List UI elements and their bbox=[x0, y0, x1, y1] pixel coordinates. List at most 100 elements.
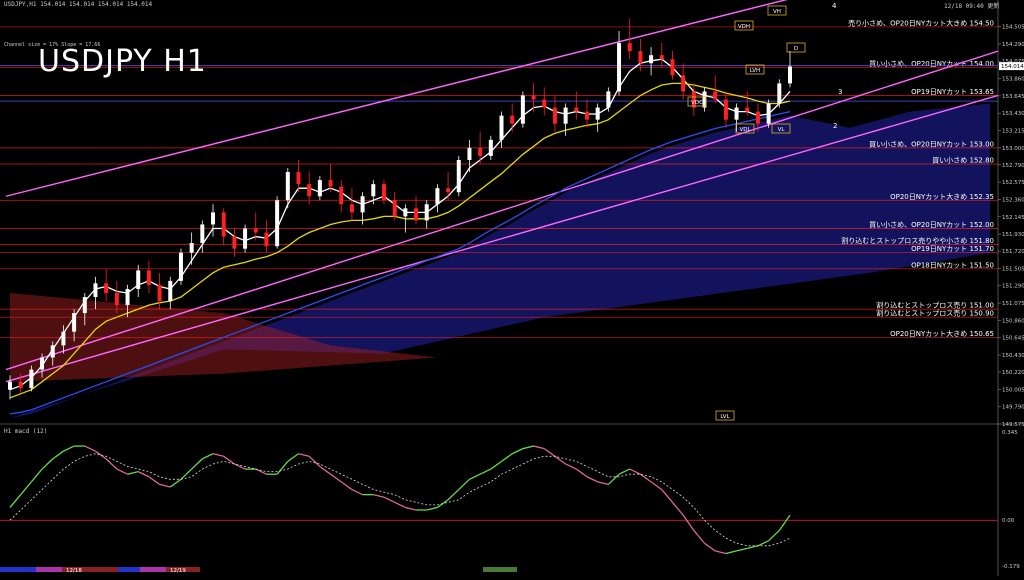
level-label-4: 買い小さめ 152.80 bbox=[932, 156, 994, 165]
level-label-7: 割り込むとストップロス売りやや小さめ 151.80 bbox=[841, 236, 994, 245]
symbol-info: USDJPY,H1 154.014 154.014 154.014 154.01… bbox=[4, 1, 153, 8]
candle-body-6 bbox=[72, 313, 77, 332]
candle-body-33 bbox=[360, 196, 365, 213]
session-bar-3 bbox=[118, 567, 140, 572]
candle-body-72 bbox=[777, 83, 782, 104]
candle-body-37 bbox=[403, 208, 408, 217]
candle-71[interactable] bbox=[766, 99, 771, 128]
candle-body-47 bbox=[510, 115, 515, 124]
candle-body-54 bbox=[584, 111, 589, 120]
y-tick-label-5: 153.430 bbox=[1002, 111, 1024, 117]
candle-body-40 bbox=[435, 188, 440, 205]
level-label-5: OP20日NYカット大きめ 152.35 bbox=[890, 192, 994, 201]
candle-body-52 bbox=[563, 107, 568, 124]
macd-tick-2: -0.179 bbox=[1002, 564, 1020, 570]
candle-body-58 bbox=[627, 43, 632, 52]
candle-body-9 bbox=[104, 283, 109, 293]
candle-body-69 bbox=[745, 107, 750, 112]
candle-body-15 bbox=[168, 280, 173, 302]
candle-body-13 bbox=[146, 270, 151, 285]
y-tick-label-8: 152.790 bbox=[1002, 163, 1024, 169]
price-chart[interactable]: 売り小さめ、OP20日NYカット大きめ 154.50 買い小さめ、OP20日NYカ… bbox=[0, 0, 1024, 576]
y-tick-label-7: 153.000 bbox=[1002, 146, 1024, 152]
candle-body-19 bbox=[211, 212, 216, 225]
candle-body-36 bbox=[392, 200, 397, 217]
candle-72[interactable] bbox=[777, 79, 782, 108]
candle-body-29 bbox=[317, 180, 322, 197]
annotation-vh: VH bbox=[773, 9, 781, 15]
candle-body-11 bbox=[125, 288, 130, 306]
candle-body-12 bbox=[136, 270, 141, 289]
y-tick-label-11: 152.145 bbox=[1002, 215, 1024, 221]
level-label-8: OP19日NYカット 151.70 bbox=[911, 245, 994, 253]
candle-body-27 bbox=[296, 172, 301, 185]
candle-body-24 bbox=[264, 232, 269, 247]
candle-42[interactable] bbox=[456, 155, 461, 197]
candle-body-46 bbox=[499, 115, 504, 140]
candle-body-1 bbox=[18, 381, 23, 389]
candle-25[interactable] bbox=[275, 196, 280, 249]
y-tick-label-21: 150.005 bbox=[1002, 387, 1024, 393]
candle-body-53 bbox=[574, 107, 579, 112]
chart-title: USDJPY H1 bbox=[38, 44, 207, 79]
candle-body-61 bbox=[659, 55, 664, 60]
y-tick-label-12: 151.930 bbox=[1002, 232, 1024, 238]
right-number-3: 3 bbox=[838, 88, 842, 96]
candle-body-71 bbox=[766, 103, 771, 124]
y-tick-label-17: 150.860 bbox=[1002, 318, 1024, 324]
level-label-6: 買い小さめ、OP20日NYカット 152.00 bbox=[869, 220, 994, 229]
bottom-date-0: 12/18 bbox=[66, 568, 82, 574]
candle-body-21 bbox=[232, 236, 237, 249]
level-label-12: OP20日NYカット大きめ 150.65 bbox=[890, 329, 994, 338]
candle-body-49 bbox=[531, 95, 536, 100]
candle-body-55 bbox=[595, 107, 600, 120]
candle-body-30 bbox=[328, 180, 333, 187]
candle-body-31 bbox=[339, 186, 344, 205]
y-tick-label-3: 153.860 bbox=[1002, 77, 1024, 83]
candle-48[interactable] bbox=[520, 91, 525, 128]
candle-body-60 bbox=[649, 55, 654, 64]
candle-body-14 bbox=[157, 284, 162, 302]
level-label-9: OP18日NYカット 151.50 bbox=[911, 261, 994, 269]
candle-body-70 bbox=[755, 111, 760, 124]
y-tick-label-9: 152.575 bbox=[1002, 180, 1024, 186]
y-tick-label-14: 151.505 bbox=[1002, 266, 1024, 272]
candle-22[interactable] bbox=[243, 224, 248, 253]
candle-body-42 bbox=[456, 159, 461, 193]
candle-body-17 bbox=[189, 243, 194, 253]
y-tick-label-18: 150.645 bbox=[1002, 336, 1024, 342]
candle-body-2 bbox=[29, 369, 34, 389]
candle-body-41 bbox=[446, 188, 451, 193]
level-label-10: 割り込むとストップロス売り 151.00 bbox=[876, 301, 994, 310]
level-label-2: OP19日NYカット 153.65 bbox=[911, 88, 994, 96]
candle-body-0 bbox=[8, 381, 12, 390]
y-tick-label-6: 153.215 bbox=[1002, 129, 1024, 135]
annotation-d: D bbox=[794, 46, 798, 52]
update-datetime: 12/18 09:40 更新 bbox=[944, 3, 1000, 10]
y-tick-label-15: 151.290 bbox=[1002, 284, 1024, 290]
candle-body-26 bbox=[285, 172, 290, 201]
candle-body-23 bbox=[253, 228, 258, 233]
candle-body-50 bbox=[542, 99, 547, 108]
macd-label: H1 macd (12) bbox=[4, 428, 48, 435]
candle-body-5 bbox=[61, 331, 66, 346]
candle-body-57 bbox=[617, 43, 622, 92]
candle-body-3 bbox=[40, 357, 45, 370]
y-tick-label-20: 150.220 bbox=[1002, 370, 1024, 376]
current-price-label: 154.014 bbox=[1001, 64, 1024, 70]
candle-body-51 bbox=[552, 107, 557, 124]
annotation-vl: VL bbox=[778, 127, 786, 133]
candle-body-67 bbox=[723, 99, 728, 120]
bottom-date-1: 12/19 bbox=[170, 568, 186, 574]
level-label-0: 売り小さめ、OP20日NYカット大きめ 154.50 bbox=[848, 18, 994, 27]
candle-body-8 bbox=[93, 283, 98, 298]
right-number-2: 2 bbox=[833, 122, 837, 130]
candle-body-16 bbox=[178, 252, 183, 281]
candle-body-43 bbox=[467, 147, 472, 160]
annotation-vdl: VDL bbox=[739, 127, 751, 133]
session-marker bbox=[483, 567, 517, 572]
annotation-lvl: LVL bbox=[720, 414, 730, 420]
candle-body-32 bbox=[349, 204, 354, 213]
session-bar-4 bbox=[140, 567, 166, 572]
candle-16[interactable] bbox=[178, 248, 183, 285]
